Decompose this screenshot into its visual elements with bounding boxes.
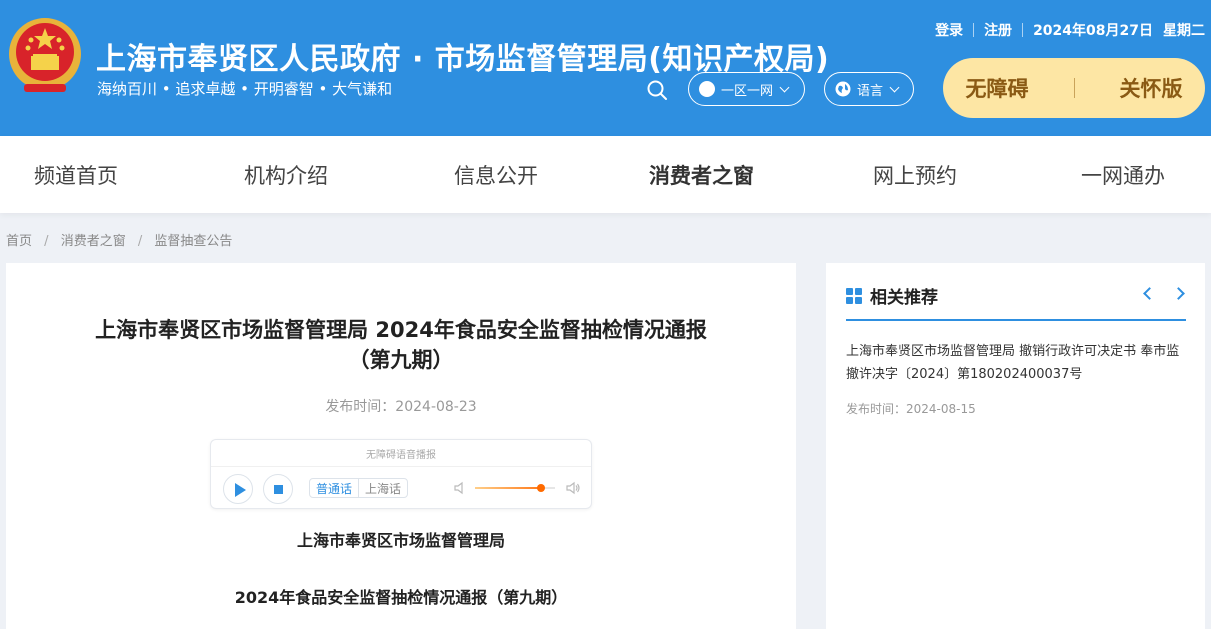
search-icon[interactable]: [646, 79, 668, 101]
site-slogan: 海纳百川 • 追求卓越 • 开明睿智 • 大气谦和: [97, 80, 393, 98]
breadcrumb-current[interactable]: 监督抽查公告: [154, 234, 232, 249]
main-nav: 频道首页 机构介绍 信息公开 消费者之窗 网上预约 一网通办: [0, 136, 1211, 213]
play-icon[interactable]: [223, 474, 253, 504]
nav-item-home[interactable]: 频道首页: [34, 160, 118, 190]
top-links: 登录 注册 2024年08月27日 星期二: [935, 20, 1205, 40]
volume-high-icon[interactable]: [565, 480, 581, 496]
volume-fill: [475, 487, 541, 489]
chevron-down-icon: [779, 82, 790, 92]
grid-icon: [846, 287, 862, 304]
nav-item-online-service[interactable]: 一网通办: [1081, 160, 1165, 190]
divider: [211, 466, 591, 467]
current-date: 2024年08月27日: [1033, 23, 1153, 39]
dialect-shanghainese[interactable]: 上海话: [359, 479, 407, 497]
audio-player: 无障碍语音播报 普通话 上海话: [210, 439, 592, 509]
chevron-left-icon[interactable]: [1143, 287, 1156, 300]
divider: [973, 23, 975, 37]
volume-handle[interactable]: [536, 484, 545, 492]
divider: [1073, 78, 1075, 98]
dialect-switch: 普通话 上海话: [309, 478, 409, 498]
register-link[interactable]: 注册: [984, 20, 1012, 40]
article-subtitle: 2024年食品安全监督抽检情况通报（第九期）: [234, 588, 568, 607]
breadcrumb-home[interactable]: 首页: [6, 234, 32, 249]
breadcrumb-separator: /: [44, 234, 49, 249]
login-link[interactable]: 登录: [935, 20, 963, 40]
language-label: 语言: [857, 83, 884, 99]
nav-item-consumer[interactable]: 消费者之窗: [649, 160, 754, 190]
divider: [1022, 23, 1024, 37]
article-org: 上海市奉贤区市场监督管理局: [296, 531, 505, 550]
region-icon: [699, 81, 715, 97]
related-title: 相关推荐: [870, 288, 938, 308]
nav-item-info[interactable]: 信息公开: [454, 160, 538, 190]
breadcrumb-separator: /: [137, 234, 143, 249]
language-selector[interactable]: 语言: [824, 72, 914, 106]
chevron-right-icon[interactable]: [1172, 287, 1185, 300]
related-header: 相关推荐: [846, 283, 938, 308]
divider: [846, 319, 1186, 321]
breadcrumb: 首页 / 消费者之窗 / 监督抽查公告: [6, 230, 232, 249]
related-item-link[interactable]: 上海市奉贤区市场监督管理局 撤销行政许可决定书 奉市监撤许决字〔2024〕第18…: [846, 340, 1191, 386]
article-title: 上海市奉贤区市场监督管理局 2024年食品安全监督抽检情况通报（第九期）: [95, 318, 707, 372]
chevron-down-icon: [889, 82, 900, 92]
accessibility-button[interactable]: 无障碍: [966, 73, 1029, 103]
stop-icon[interactable]: [263, 474, 293, 504]
dialect-mandarin[interactable]: 普通话: [310, 479, 360, 497]
related-item-date: 发布时间：2024-08-15: [846, 402, 976, 416]
player-caption: 无障碍语音播报: [366, 450, 436, 461]
related-panel: 相关推荐 上海市奉贤区市场监督管理局 撤销行政许可决定书 奉市监撤许决字〔202…: [826, 263, 1205, 629]
globe-icon: [835, 81, 851, 97]
breadcrumb-consumer[interactable]: 消费者之窗: [61, 234, 126, 249]
region-selector[interactable]: 一区一网: [688, 72, 805, 106]
current-weekday: 星期二: [1163, 23, 1205, 39]
nav-item-about[interactable]: 机构介绍: [244, 160, 328, 190]
article-panel: 上海市奉贤区市场监督管理局 2024年食品安全监督抽检情况通报（第九期） 发布时…: [6, 263, 796, 629]
national-emblem-icon: [9, 18, 81, 92]
volume-low-icon[interactable]: [453, 480, 469, 496]
region-label: 一区一网: [721, 83, 774, 99]
nav-item-booking[interactable]: 网上预约: [873, 160, 957, 190]
publish-time: 发布时间：2024-08-23: [325, 399, 477, 415]
site-header: 上海市奉贤区人民政府 · 市场监督管理局(知识产权局) 海纳百川 • 追求卓越 …: [0, 0, 1211, 136]
volume-slider[interactable]: [475, 484, 555, 492]
related-pager: [1143, 287, 1185, 300]
care-mode-button[interactable]: 关怀版: [1120, 73, 1183, 103]
accessibility-box: 无障碍 关怀版: [943, 58, 1205, 118]
